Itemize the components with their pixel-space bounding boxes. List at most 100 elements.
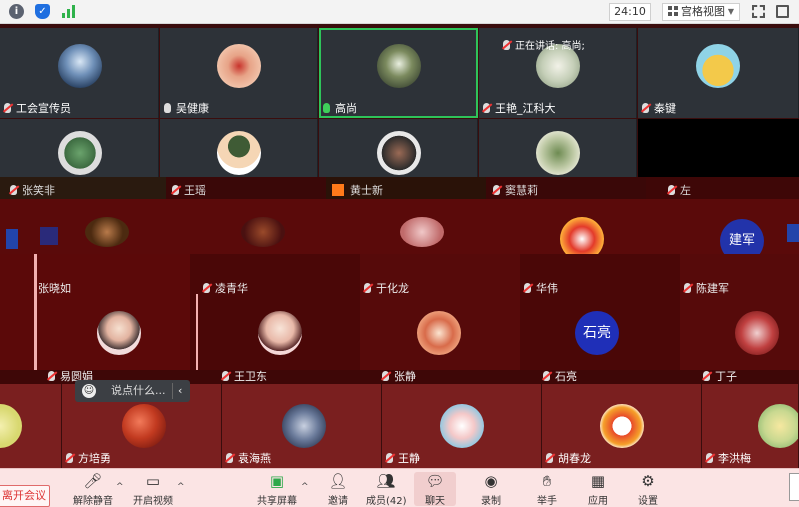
share-screen-button[interactable]: ▣ 共享屏幕: [257, 472, 297, 507]
info-icon[interactable]: i: [9, 4, 24, 19]
avatar: [217, 131, 261, 175]
avatar: [85, 217, 129, 247]
mic-muted-icon: [172, 185, 179, 195]
participant-tile[interactable]: 李洪梅: [702, 384, 799, 468]
exit-fullscreen-icon[interactable]: [776, 5, 789, 18]
bottom-toolbar: 🎤︎ 解除静音 ^ ▭ 开启视频 ^ ▣ 共享屏幕 ^ 👤︎ 邀请 👥︎ 成员(…: [0, 468, 799, 507]
participant-tile[interactable]: [319, 119, 478, 177]
chevron-left-icon[interactable]: ‹: [178, 380, 182, 402]
participant-name: 袁海燕: [226, 452, 271, 466]
avatar: [377, 131, 421, 175]
participant-tile[interactable]: 秦键: [638, 28, 799, 118]
mic-muted-icon: [543, 371, 550, 381]
quick-chat-input[interactable]: ☺ 说点什么... ‹: [75, 380, 190, 402]
participant-tile[interactable]: 王静: [382, 384, 542, 468]
members-icon: 👥︎: [376, 472, 396, 490]
mic-muted-icon: [483, 103, 490, 113]
hand-icon: ✋︎: [542, 472, 552, 490]
side-panel-toggle[interactable]: [789, 473, 799, 501]
avatar: [600, 404, 644, 448]
avatar: [735, 311, 779, 355]
view-mode-select[interactable]: 宫格视图 ▼: [662, 3, 740, 21]
avatar: [258, 311, 302, 355]
record-icon: ◉: [484, 472, 498, 490]
participant-name: 张笑非: [10, 182, 55, 198]
participant-name: 工会宣传员: [4, 102, 71, 116]
caret-down-icon: ▼: [727, 7, 734, 16]
participant-tile[interactable]: [0, 384, 62, 468]
participant-name: 陈建军: [684, 280, 729, 296]
chevron-up-icon[interactable]: ^: [177, 482, 185, 492]
settings-button[interactable]: ⚙︎ 设置: [634, 472, 662, 507]
mic-muted-icon: [524, 283, 531, 293]
participant-tile[interactable]: 袁海燕: [222, 384, 382, 468]
participant-tile[interactable]: [160, 119, 318, 177]
mic-muted-icon: [642, 103, 649, 113]
start-video-button[interactable]: ▭ 开启视频: [132, 472, 174, 507]
participant-name: 王静: [386, 452, 420, 466]
participant-tile[interactable]: [0, 119, 159, 177]
view-mode-label: 宫格视图: [681, 5, 725, 18]
meeting-window: i ✓ 24:10 宫格视图 ▼ 工会宣传员 吴健康 高尚 王艳_江科大 秦键 …: [0, 0, 799, 507]
emoji-icon[interactable]: ☺: [82, 384, 96, 398]
participant-name: 秦键: [642, 102, 676, 116]
mic-muted-icon: [364, 283, 371, 293]
avatar: [417, 311, 461, 355]
shield-icon[interactable]: ✓: [35, 4, 50, 19]
mic-muted-icon: 🎤︎: [83, 472, 103, 490]
avatar: [758, 404, 798, 448]
mic-muted-icon: [684, 283, 691, 293]
avatar: [536, 131, 580, 175]
fullscreen-icon[interactable]: [752, 5, 765, 18]
chevron-up-icon[interactable]: ^: [301, 482, 309, 492]
participant-name: 王卫东: [222, 370, 267, 384]
avatar: [0, 404, 22, 448]
participant-name: 王瑶: [172, 182, 206, 198]
participant-tile[interactable]: 胡春龙: [542, 384, 702, 468]
avatar: [282, 404, 326, 448]
chevron-up-icon[interactable]: ^: [116, 482, 124, 492]
mic-muted-icon: [66, 453, 73, 463]
apps-button[interactable]: ▦ 应用: [584, 472, 612, 507]
members-button[interactable]: 👥︎ 成员(42): [366, 472, 407, 507]
participant-name: 高尚: [323, 102, 357, 116]
share-icon: [332, 184, 344, 196]
avatar: 石亮: [575, 311, 619, 355]
mic-active-icon: [323, 103, 330, 113]
participant-name: 石亮: [543, 370, 577, 384]
avatar: [696, 44, 740, 88]
video-off-icon: ▭: [145, 472, 161, 490]
top-bar: i ✓ 24:10 宫格视图 ▼: [0, 0, 799, 24]
mic-muted-icon: [503, 40, 510, 50]
mic-muted-icon: [226, 453, 233, 463]
participant-tile[interactable]: [479, 119, 637, 177]
unmute-button[interactable]: 🎤︎ 解除静音: [70, 472, 116, 507]
mic-muted-icon: [48, 371, 55, 381]
avatar: [560, 217, 604, 254]
record-button[interactable]: ◉ 录制: [477, 472, 505, 507]
mic-muted-icon: [222, 371, 229, 381]
signal-icon[interactable]: [61, 4, 77, 18]
participant-name: 于化龙: [364, 280, 409, 296]
speaking-indicator: 正在讲话: 高尚;: [503, 37, 585, 52]
leave-meeting-button[interactable]: 离开会议: [0, 485, 50, 507]
participant-name: 胡春龙: [546, 452, 591, 466]
avatar: [440, 404, 484, 448]
participant-name: 黄士新: [332, 182, 383, 198]
mic-muted-icon: [382, 371, 389, 381]
raise-hand-button[interactable]: ✋︎ 举手: [533, 472, 561, 507]
participant-tile[interactable]: 工会宣传员: [0, 28, 159, 118]
mic-muted-icon: [10, 185, 17, 195]
invite-button[interactable]: 👤︎ 邀请: [324, 472, 352, 507]
mic-icon: [164, 103, 171, 113]
mic-muted-icon: [4, 103, 11, 113]
participant-tile[interactable]: 吴健康: [160, 28, 318, 118]
meeting-timer: 24:10: [609, 3, 651, 21]
chat-button[interactable]: 💬︎ 聊天: [414, 472, 456, 507]
mic-muted-icon: [703, 371, 710, 381]
chat-icon: 💬︎: [425, 472, 445, 490]
participant-tile-active[interactable]: 高尚: [319, 28, 478, 118]
chat-placeholder: 说点什么...: [111, 384, 166, 397]
participant-name: 凌青华: [203, 280, 248, 296]
avatar: [400, 217, 444, 247]
